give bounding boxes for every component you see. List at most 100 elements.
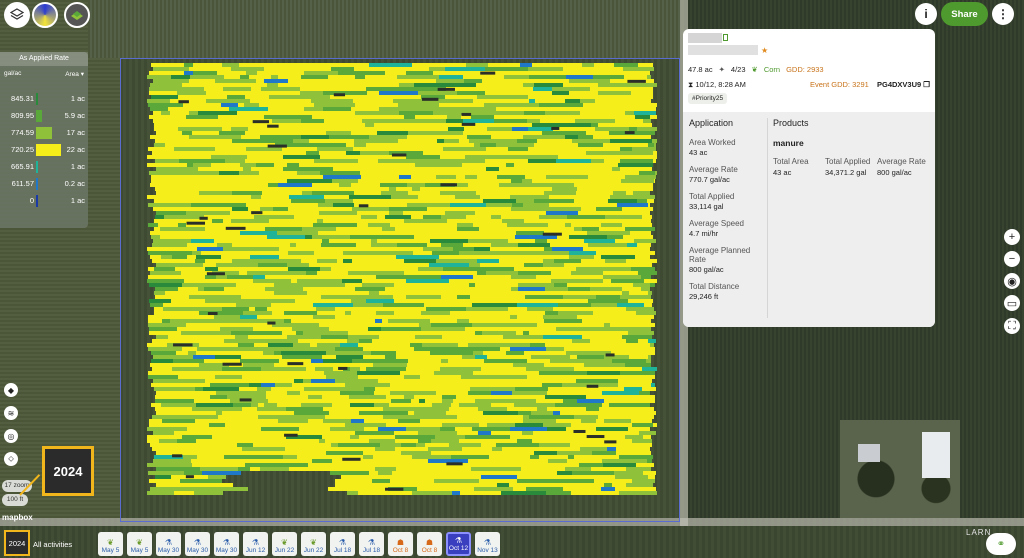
rate-cell <box>622 459 636 463</box>
rate-cell <box>457 319 469 323</box>
rate-cell <box>260 207 273 211</box>
rate-cell <box>618 379 630 383</box>
rate-cell <box>622 287 641 291</box>
legend-row[interactable]: 774.59 17 ac <box>0 126 88 140</box>
rate-cell <box>576 379 618 383</box>
legend-area-sort[interactable]: Area ▾ <box>65 70 84 78</box>
rate-cell <box>205 267 218 271</box>
rate-cell <box>254 215 294 219</box>
rate-cell <box>155 407 192 411</box>
rate-cell <box>200 451 235 455</box>
timeline-chip[interactable]: ❦ Jun 22 <box>301 532 326 556</box>
timeline-chip[interactable]: ⚗ Jun 12 <box>243 532 268 556</box>
info-button[interactable]: i <box>915 3 937 25</box>
rate-cell <box>511 207 547 211</box>
more-button[interactable]: ⋮ <box>992 3 1014 25</box>
legend-row[interactable]: 01 ac <box>0 194 88 208</box>
rate-cell <box>620 295 651 299</box>
locate-button[interactable]: ◎ <box>4 429 18 443</box>
rate-cell <box>361 175 399 179</box>
timeline-chip[interactable]: ☗ Oct 8 <box>388 532 413 556</box>
tag-button[interactable]: ◆ <box>4 383 18 397</box>
timeline-chip[interactable]: ⚗ Oct 12 <box>446 532 471 556</box>
legend-row[interactable]: 720.25 22 ac <box>0 143 88 157</box>
rate-cell <box>475 211 496 215</box>
basemap-button[interactable] <box>64 2 90 28</box>
legend-row[interactable]: 665.91 1 ac <box>0 160 88 174</box>
gap-mark <box>461 122 476 126</box>
color-scheme-button[interactable] <box>32 2 58 28</box>
rate-cell <box>537 139 572 143</box>
rate-cell <box>523 415 529 419</box>
rate-cell <box>333 167 346 171</box>
rate-cell <box>425 287 466 291</box>
rate-cell <box>565 107 586 111</box>
fullscreen-button[interactable]: ⛶ <box>1004 318 1020 334</box>
rate-cell <box>242 407 257 411</box>
field-rate-overlay[interactable] <box>120 58 680 522</box>
rate-cell <box>617 303 644 307</box>
rate-cell <box>484 103 510 107</box>
rate-cell <box>300 87 327 91</box>
timeline-chip[interactable]: ❦ Jun 22 <box>272 532 297 556</box>
rate-cell <box>259 179 287 183</box>
legend-area-value: 5.9 ac <box>64 111 85 120</box>
rate-cell <box>464 127 487 131</box>
rate-cell <box>596 183 617 187</box>
rate-cell <box>328 127 343 131</box>
rate-cell <box>253 443 287 447</box>
rate-cell <box>429 79 436 83</box>
rate-cell <box>612 167 620 171</box>
legend-row[interactable]: 809.95 5.9 ac <box>0 109 88 123</box>
legend-row[interactable]: 845.31 1 ac <box>0 92 88 106</box>
share-button[interactable]: Share <box>941 2 988 26</box>
rate-cell <box>382 319 388 323</box>
rate-cell <box>535 239 547 243</box>
rate-cell <box>499 183 510 187</box>
timeline-chip[interactable]: ❦ May 5 <box>127 532 152 556</box>
rate-cell <box>155 215 164 219</box>
timeline-chip[interactable]: ❦ May 5 <box>98 532 123 556</box>
timeline-chip[interactable]: ⚗ Jul 18 <box>330 532 355 556</box>
rate-cell <box>592 423 632 427</box>
rate-cell <box>238 467 250 471</box>
rate-cell <box>472 427 510 431</box>
legend-row[interactable]: 611.57 0.2 ac <box>0 177 88 191</box>
measure-button[interactable]: ▭ <box>1004 295 1020 311</box>
rate-cell <box>456 419 486 423</box>
legend-unit: gal/ac <box>4 70 22 77</box>
year-selector[interactable]: 2024 <box>4 530 30 556</box>
rate-cell <box>195 411 216 415</box>
rate-cell <box>315 331 328 335</box>
copy-icon[interactable] <box>723 34 728 41</box>
timeline-chip[interactable]: ⚗ Jul 18 <box>359 532 384 556</box>
zoom-out-button[interactable]: − <box>1004 251 1020 267</box>
rate-cell <box>271 63 296 67</box>
rate-cell <box>347 491 358 495</box>
rate-cell <box>260 135 276 139</box>
timeline-chip[interactable]: ⚗ Nov 13 <box>475 532 500 556</box>
copy-code-icon[interactable]: ❐ <box>923 80 930 89</box>
priority-tag[interactable]: #Priority25 <box>688 93 728 104</box>
rate-cell <box>286 307 316 311</box>
scout-button[interactable]: ⚭ <box>986 533 1016 555</box>
all-activities-link[interactable]: All activities <box>33 540 72 549</box>
rate-cell <box>359 339 372 343</box>
rate-cell <box>317 375 326 379</box>
navigate-button[interactable]: ⬦ <box>4 452 18 466</box>
zoom-in-button[interactable]: + <box>1004 229 1020 245</box>
rate-cell <box>317 219 323 223</box>
rate-cell <box>499 307 508 311</box>
compass-button[interactable]: ◉ <box>1004 273 1020 289</box>
timeline-chip[interactable]: ⚗ May 30 <box>185 532 210 556</box>
layer-stack-button[interactable]: ≋ <box>4 406 18 420</box>
layers-button[interactable] <box>4 2 30 28</box>
timeline-chip[interactable]: ⚗ May 30 <box>156 532 181 556</box>
rate-cell <box>516 331 523 335</box>
rate-cell <box>154 123 187 127</box>
rate-cell <box>313 315 335 319</box>
timeline-chip[interactable]: ☗ Oct 8 <box>417 532 442 556</box>
rate-cell <box>215 79 256 83</box>
timeline-chip[interactable]: ⚗ May 30 <box>214 532 239 556</box>
star-icon[interactable]: ★ <box>761 46 768 55</box>
